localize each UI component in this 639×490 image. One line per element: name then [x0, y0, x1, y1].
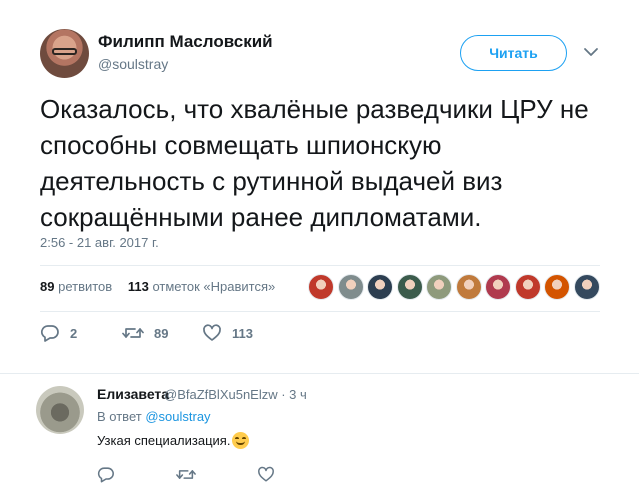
likes-label[interactable]: отметок «Нравится»	[152, 279, 275, 294]
liker-avatar[interactable]	[455, 274, 482, 300]
reply-author-name[interactable]: Елизавета	[97, 386, 169, 402]
reply-to-link[interactable]: @soulstray	[145, 409, 210, 424]
divider	[40, 265, 600, 266]
retweet-icon	[122, 328, 144, 338]
reply-handle-time[interactable]: @BfaZfBlXu5nElzw · 3 ч	[164, 387, 307, 402]
tweet-text: Оказалось, что хвалёные разведчики ЦРУ н…	[40, 94, 589, 232]
avatar-glasses	[52, 48, 77, 55]
reply-count: 2	[70, 325, 78, 341]
reply-context: В ответ @soulstray	[97, 409, 211, 424]
smiling-face-emoji-icon	[232, 432, 250, 449]
reply-text-content: Узкая специализация.	[97, 433, 231, 448]
author-handle[interactable]: @soulstray	[98, 56, 168, 72]
like-count: 113	[232, 325, 253, 341]
reply-prefix: В ответ	[97, 409, 142, 424]
retweet-button[interactable]: 89	[122, 324, 168, 342]
follow-button[interactable]: Читать	[460, 35, 567, 71]
tweet-timestamp[interactable]: 2:56 - 21 авг. 2017 г.	[40, 235, 159, 250]
reply-text: Узкая специализация.	[97, 432, 250, 449]
liker-avatar[interactable]	[573, 274, 600, 300]
like-button[interactable]: 113	[202, 324, 253, 342]
liker-avatar[interactable]	[514, 274, 541, 300]
heart-icon[interactable]	[257, 466, 275, 483]
liker-avatar[interactable]	[308, 274, 334, 300]
retweets-count[interactable]: 89	[40, 279, 54, 294]
retweet-count: 89	[154, 325, 169, 341]
reply-tweet[interactable]: Елизавета @BfaZfBlXu5nElzw · 3 ч В ответ…	[0, 374, 639, 490]
reply-author-avatar[interactable]	[36, 386, 84, 434]
tweet-stats: 89 ретвитов 113 отметок «Нравится»	[40, 279, 275, 294]
liker-avatar[interactable]	[426, 274, 452, 300]
reply-icon[interactable]	[97, 466, 115, 483]
liker-avatar[interactable]	[485, 274, 511, 300]
liker-avatar[interactable]	[337, 274, 364, 300]
liker-avatar[interactable]	[544, 274, 570, 300]
reply-button[interactable]: 2	[40, 324, 77, 342]
heart-icon	[203, 324, 221, 341]
liker-avatar[interactable]	[367, 274, 393, 300]
likes-count[interactable]: 113	[128, 279, 149, 294]
reply-icon	[40, 325, 59, 342]
author-name[interactable]: Филипп Масловский	[98, 32, 273, 52]
retweet-icon[interactable]	[176, 466, 196, 483]
divider	[40, 311, 600, 312]
retweets-label[interactable]: ретвитов	[58, 279, 112, 294]
likers-avatars[interactable]	[308, 274, 603, 302]
liker-avatar[interactable]	[396, 274, 423, 300]
main-tweet: Филипп Масловский @soulstray Читать Оказ…	[0, 0, 639, 373]
author-avatar[interactable]	[40, 29, 89, 78]
chevron-down-icon[interactable]	[581, 45, 601, 61]
